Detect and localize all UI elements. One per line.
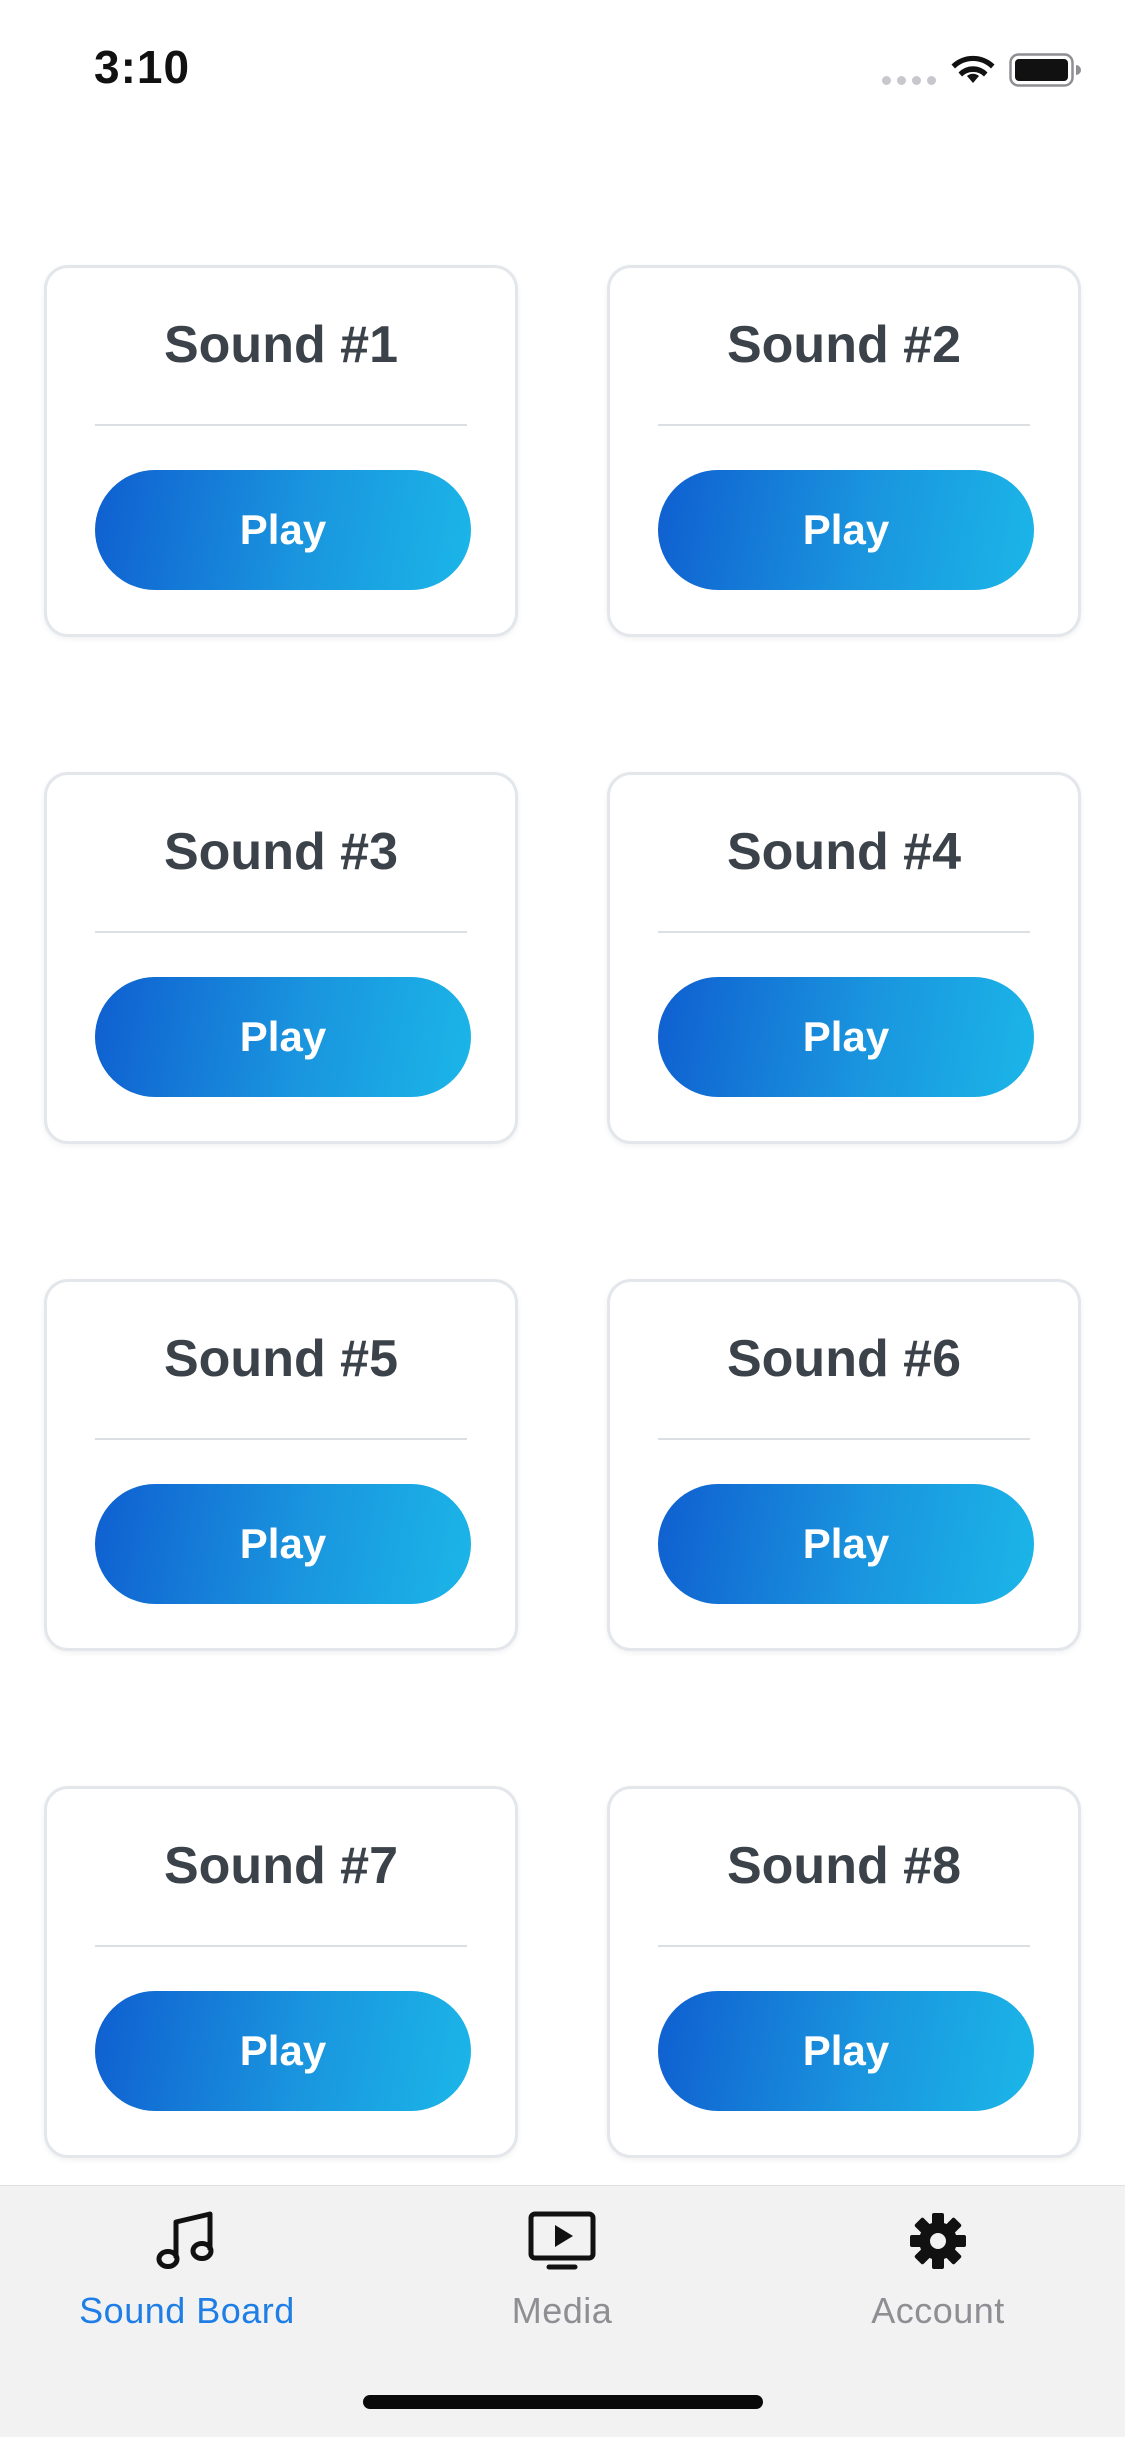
- sound-card: Sound #8 Play: [607, 1786, 1081, 2158]
- status-bar: 3:10: [0, 0, 1125, 140]
- sound-title: Sound #4: [726, 823, 962, 881]
- sound-card: Sound #2 Play: [607, 265, 1081, 637]
- play-button[interactable]: Play: [95, 1484, 471, 1604]
- sound-card: Sound #3 Play: [44, 772, 518, 1144]
- sound-card: Sound #4 Play: [607, 772, 1081, 1144]
- tab-media[interactable]: Media: [412, 2206, 712, 2346]
- sound-title: Sound #1: [163, 316, 399, 374]
- play-button[interactable]: Play: [658, 470, 1034, 590]
- wifi-icon: [951, 55, 995, 83]
- tab-account[interactable]: Account: [788, 2206, 1088, 2346]
- card-divider: [658, 931, 1030, 933]
- sound-title: Sound #7: [163, 1837, 399, 1895]
- sound-board-grid: Sound #1 Play Sound #2 Play Sound #3 Pla…: [44, 265, 1081, 2158]
- card-divider: [95, 931, 467, 933]
- play-button[interactable]: Play: [658, 1991, 1034, 2111]
- card-divider: [95, 1438, 467, 1440]
- gear-icon: [910, 2213, 966, 2269]
- music-note-icon: [156, 2211, 214, 2269]
- sound-title: Sound #2: [726, 316, 962, 374]
- sound-title: Sound #8: [726, 1837, 962, 1895]
- tab-sound-board[interactable]: Sound Board: [37, 2206, 337, 2346]
- sound-card: Sound #1 Play: [44, 265, 518, 637]
- battery-icon: [1009, 53, 1081, 87]
- cellular-signal-icon: [882, 76, 936, 85]
- sound-card: Sound #6 Play: [607, 1279, 1081, 1651]
- tab-label: Media: [511, 2290, 613, 2331]
- play-button[interactable]: Play: [658, 977, 1034, 1097]
- card-divider: [95, 1945, 467, 1947]
- status-time: 3:10: [94, 41, 191, 93]
- home-indicator: [363, 2395, 763, 2409]
- tab-label: Sound Board: [79, 2290, 295, 2331]
- card-divider: [658, 424, 1030, 426]
- play-button[interactable]: Play: [658, 1484, 1034, 1604]
- play-button[interactable]: Play: [95, 470, 471, 590]
- sound-card: Sound #7 Play: [44, 1786, 518, 2158]
- card-divider: [95, 424, 467, 426]
- sound-title: Sound #3: [163, 823, 399, 881]
- card-divider: [658, 1945, 1030, 1947]
- sound-card: Sound #5 Play: [44, 1279, 518, 1651]
- tv-play-icon: [528, 2211, 596, 2270]
- play-button[interactable]: Play: [95, 977, 471, 1097]
- play-button[interactable]: Play: [95, 1991, 471, 2111]
- sound-title: Sound #6: [726, 1330, 962, 1388]
- card-divider: [658, 1438, 1030, 1440]
- tab-label: Account: [871, 2290, 1005, 2331]
- sound-title: Sound #5: [163, 1330, 399, 1388]
